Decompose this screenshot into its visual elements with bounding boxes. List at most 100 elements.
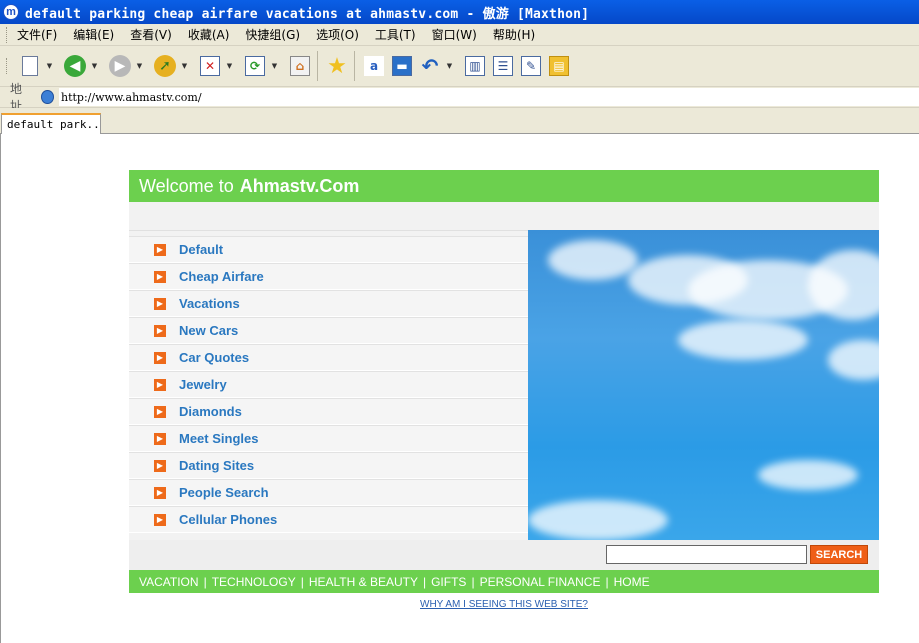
new-page-icon[interactable] bbox=[17, 53, 43, 79]
maxthon-logo-icon: m bbox=[3, 4, 19, 20]
tab-default-park[interactable]: default park... bbox=[1, 113, 101, 134]
refresh-icon[interactable]: ⟳ bbox=[242, 53, 268, 79]
search-input[interactable] bbox=[606, 545, 807, 564]
menu-options[interactable]: 选项(O) bbox=[316, 26, 359, 43]
sky-image bbox=[528, 230, 879, 540]
arrow-bullet-icon: ▶ bbox=[154, 405, 166, 418]
arrow-bullet-icon: ▶ bbox=[154, 378, 166, 391]
header-band bbox=[129, 202, 879, 230]
forward-dropdown-icon[interactable]: ▼ bbox=[135, 62, 144, 70]
search-button[interactable]: SEARCH bbox=[810, 545, 868, 564]
footer-divider: | bbox=[300, 574, 304, 589]
footer-link-technology[interactable]: TECHNOLOGY bbox=[212, 575, 296, 589]
arrow-bullet-icon: ▶ bbox=[154, 297, 166, 310]
menu-favorites[interactable]: 收藏(A) bbox=[188, 26, 230, 43]
menu-groups[interactable]: 快捷组(G) bbox=[245, 26, 300, 43]
link-cellular-phones[interactable]: Cellular Phones bbox=[179, 512, 277, 527]
why-link[interactable]: WHY AM I SEEING THIS WEB SITE? bbox=[129, 599, 879, 610]
link-meet-singles[interactable]: Meet Singles bbox=[179, 431, 258, 446]
list-item[interactable]: ▶ Jewelry bbox=[129, 371, 528, 398]
arrow-bullet-icon: ▶ bbox=[154, 324, 166, 337]
list-item[interactable]: ▶ Car Quotes bbox=[129, 344, 528, 371]
footer-link-vacation[interactable]: VACATION bbox=[139, 575, 199, 589]
search-row: SEARCH bbox=[129, 540, 879, 570]
title-bar: m default parking cheap airfare vacation… bbox=[0, 0, 919, 24]
favorites-icon[interactable]: ★ bbox=[324, 53, 350, 79]
toolbar: ▼ ◀ ▼ ▶ ▼ ➚ ▼ ✕ ▼ ⟳ ▼ ⌂ ★ a ▬ ↶ ▼ ▥ ☰ ✎ … bbox=[0, 46, 919, 86]
undo-dropdown-icon[interactable]: ▼ bbox=[445, 62, 454, 70]
arrow-bullet-icon: ▶ bbox=[154, 270, 166, 283]
address-input[interactable]: http://www.ahmastv.com/ bbox=[59, 88, 919, 106]
menu-window[interactable]: 窗口(W) bbox=[432, 26, 477, 43]
cloud bbox=[828, 340, 879, 380]
header-prefix: Welcome to bbox=[139, 175, 234, 196]
link-list: ▶ Default ▶ Cheap Airfare ▶ Vacations ▶ New … bbox=[129, 230, 528, 540]
up-dropdown-icon[interactable]: ▼ bbox=[180, 62, 189, 70]
forward-icon[interactable]: ▶ bbox=[107, 53, 133, 79]
undo-icon[interactable]: ↶ bbox=[417, 53, 443, 79]
footer-link-health-beauty[interactable]: HEALTH & BEAUTY bbox=[309, 575, 418, 589]
link-jewelry[interactable]: Jewelry bbox=[179, 377, 227, 392]
list-item[interactable]: ▶ Cellular Phones bbox=[129, 506, 528, 533]
list-item[interactable]: ▶ Vacations bbox=[129, 290, 528, 317]
sidebar-icon[interactable]: ☰ bbox=[490, 53, 516, 79]
footer-link-gifts[interactable]: GIFTS bbox=[431, 575, 466, 589]
back-dropdown-icon[interactable]: ▼ bbox=[90, 62, 99, 70]
address-bar: 地址 http://www.ahmastv.com/ bbox=[0, 82, 919, 113]
footer-nav: VACATION | TECHNOLOGY | HEALTH & BEAUTY … bbox=[129, 570, 879, 593]
menu-view[interactable]: 查看(V) bbox=[130, 26, 172, 43]
link-car-quotes[interactable]: Car Quotes bbox=[179, 350, 249, 365]
link-default[interactable]: Default bbox=[179, 242, 223, 257]
link-cheap-airfare[interactable]: Cheap Airfare bbox=[179, 269, 264, 284]
home-icon[interactable]: ⌂ bbox=[287, 53, 313, 79]
screen-icon[interactable]: ▬ bbox=[389, 53, 415, 79]
main-section: ▶ Default ▶ Cheap Airfare ▶ Vacations ▶ New … bbox=[129, 230, 879, 540]
cloud bbox=[758, 460, 858, 490]
list-item[interactable]: ▶ Default bbox=[129, 236, 528, 263]
new-page-dropdown-icon[interactable]: ▼ bbox=[45, 62, 54, 70]
list-item[interactable]: ▶ Dating Sites bbox=[129, 452, 528, 479]
link-new-cars[interactable]: New Cars bbox=[179, 323, 238, 338]
menu-edit[interactable]: 编辑(E) bbox=[73, 26, 114, 43]
footer-divider: | bbox=[422, 574, 427, 589]
site-header: Welcome to Ahmastv.Com bbox=[129, 170, 879, 202]
link-diamonds[interactable]: Diamonds bbox=[179, 404, 242, 419]
browser-window: m default parking cheap airfare vacation… bbox=[0, 0, 919, 643]
menu-grip bbox=[6, 26, 9, 43]
link-vacations[interactable]: Vacations bbox=[179, 296, 240, 311]
stop-icon[interactable]: ✕ bbox=[197, 53, 223, 79]
footer-link-home[interactable]: HOME bbox=[614, 575, 650, 589]
link-people-search[interactable]: People Search bbox=[179, 485, 269, 500]
translate-icon[interactable]: a bbox=[361, 53, 387, 79]
arrow-bullet-icon: ▶ bbox=[154, 459, 166, 472]
group-icon[interactable]: ▤ bbox=[546, 53, 572, 79]
menu-help[interactable]: 帮助(H) bbox=[493, 26, 535, 43]
footer-divider: | bbox=[203, 574, 207, 589]
window-title: default parking cheap airfare vacations … bbox=[25, 6, 590, 22]
toolbar-grip bbox=[6, 58, 9, 74]
list-item[interactable]: ▶ Diamonds bbox=[129, 398, 528, 425]
list-item[interactable]: ▶ People Search bbox=[129, 479, 528, 506]
columns-icon[interactable]: ▥ bbox=[462, 53, 488, 79]
footer-link-personal-finance[interactable]: PERSONAL FINANCE bbox=[480, 575, 601, 589]
parking-site: Welcome to Ahmastv.Com ▶ Default ▶ Cheap A… bbox=[129, 170, 879, 610]
link-dating-sites[interactable]: Dating Sites bbox=[179, 458, 254, 473]
toolbar-separator bbox=[317, 51, 318, 81]
tab-strip: default park... bbox=[0, 108, 919, 134]
menu-tools[interactable]: 工具(T) bbox=[375, 26, 416, 43]
back-icon[interactable]: ◀ bbox=[62, 53, 88, 79]
menu-file[interactable]: 文件(F) bbox=[17, 26, 57, 43]
edit-icon[interactable]: ✎ bbox=[518, 53, 544, 79]
page-content: Welcome to Ahmastv.Com ▶ Default ▶ Cheap A… bbox=[0, 134, 919, 643]
page-globe-icon bbox=[41, 90, 54, 104]
refresh-dropdown-icon[interactable]: ▼ bbox=[270, 62, 279, 70]
arrow-bullet-icon: ▶ bbox=[154, 486, 166, 499]
up-icon[interactable]: ➚ bbox=[152, 53, 178, 79]
list-item[interactable]: ▶ New Cars bbox=[129, 317, 528, 344]
cloud bbox=[548, 240, 638, 280]
footer-divider: | bbox=[605, 574, 609, 589]
list-item[interactable]: ▶ Meet Singles bbox=[129, 425, 528, 452]
stop-dropdown-icon[interactable]: ▼ bbox=[225, 62, 234, 70]
footer-divider: | bbox=[471, 574, 475, 589]
list-item[interactable]: ▶ Cheap Airfare bbox=[129, 263, 528, 290]
